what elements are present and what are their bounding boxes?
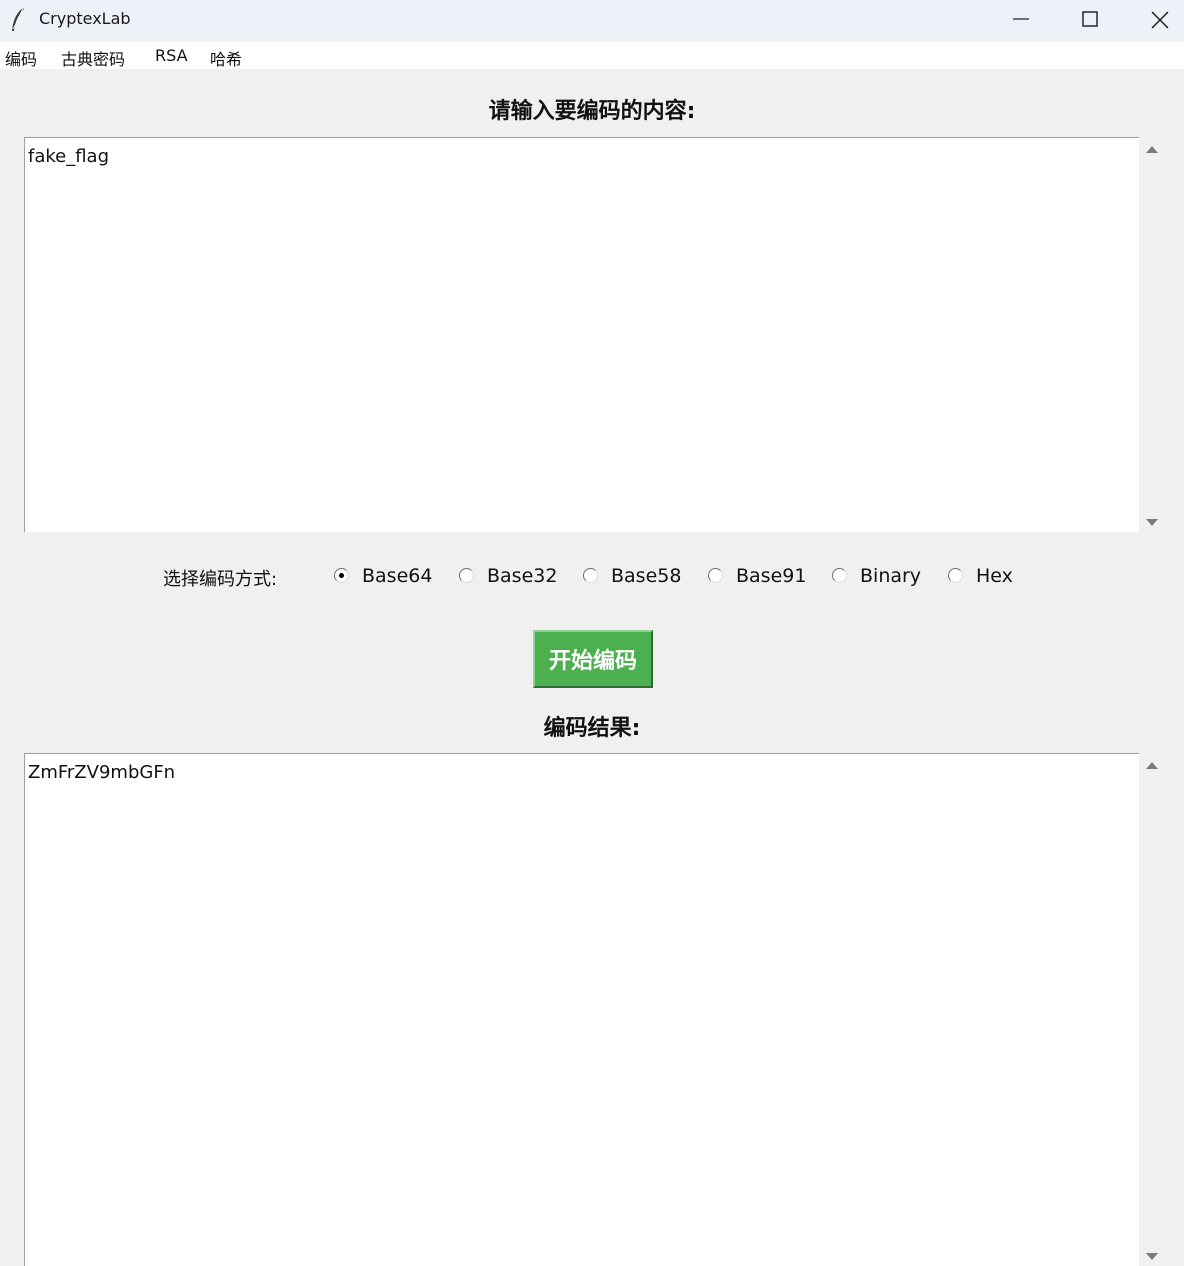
window-title: CryptexLab xyxy=(39,9,131,28)
output-text: ZmFrZV9mbGFn xyxy=(28,762,176,783)
radio-label: Base58 xyxy=(611,565,682,587)
scroll-up-arrow-icon[interactable] xyxy=(1146,146,1158,153)
start-encode-button[interactable]: 开始编码 xyxy=(533,630,653,688)
radio-label: Base32 xyxy=(487,565,558,587)
radio-circle[interactable] xyxy=(334,568,349,583)
output-scrollbar[interactable] xyxy=(1139,753,1165,1266)
radio-label: Base91 xyxy=(736,565,807,587)
radio-base58[interactable]: Base58 xyxy=(583,565,693,591)
menu-item-classical-cipher[interactable]: 古典密码 xyxy=(61,46,125,70)
close-button[interactable] xyxy=(1136,0,1182,38)
radio-hex[interactable]: Hex xyxy=(948,565,1028,591)
maximize-icon xyxy=(1082,11,1098,27)
output-textarea[interactable]: ZmFrZV9mbGFn xyxy=(24,753,1139,1266)
maximize-button[interactable] xyxy=(1066,0,1112,38)
minimize-button[interactable] xyxy=(997,0,1043,38)
radio-label: Base64 xyxy=(362,565,433,587)
radio-selected-dot xyxy=(339,573,344,578)
radio-circle[interactable] xyxy=(948,568,963,583)
close-icon xyxy=(1151,11,1169,29)
encoding-method-label: 选择编码方式: xyxy=(163,569,278,590)
input-heading: 请输入要编码的内容: xyxy=(488,99,696,124)
radio-base32[interactable]: Base32 xyxy=(459,565,569,591)
scroll-down-arrow-icon[interactable] xyxy=(1146,1253,1158,1260)
menu-bar: 编码 古典密码 RSA 哈希 xyxy=(0,42,1184,69)
menu-item-encode[interactable]: 编码 xyxy=(5,46,37,70)
radio-circle[interactable] xyxy=(832,568,847,583)
menu-item-hash[interactable]: 哈希 xyxy=(210,46,242,70)
radio-circle[interactable] xyxy=(708,568,723,583)
title-bar: CryptexLab xyxy=(0,0,1184,42)
input-scrollbar[interactable] xyxy=(1139,137,1165,532)
input-text: fake_flag xyxy=(28,146,110,167)
input-textarea[interactable]: fake_flag xyxy=(24,137,1139,532)
scroll-up-arrow-icon[interactable] xyxy=(1146,762,1158,769)
minimize-icon xyxy=(1013,18,1029,20)
output-heading: 编码结果: xyxy=(543,716,641,741)
radio-label: Hex xyxy=(976,565,1013,587)
scroll-down-arrow-icon[interactable] xyxy=(1146,519,1158,526)
radio-binary[interactable]: Binary xyxy=(832,565,932,591)
radio-circle[interactable] xyxy=(583,568,598,583)
radio-base91[interactable]: Base91 xyxy=(708,565,818,591)
menu-item-rsa[interactable]: RSA xyxy=(155,46,188,65)
radio-label: Binary xyxy=(860,565,922,587)
radio-circle[interactable] xyxy=(459,568,474,583)
feather-icon xyxy=(12,7,24,31)
radio-base64[interactable]: Base64 xyxy=(334,565,444,591)
